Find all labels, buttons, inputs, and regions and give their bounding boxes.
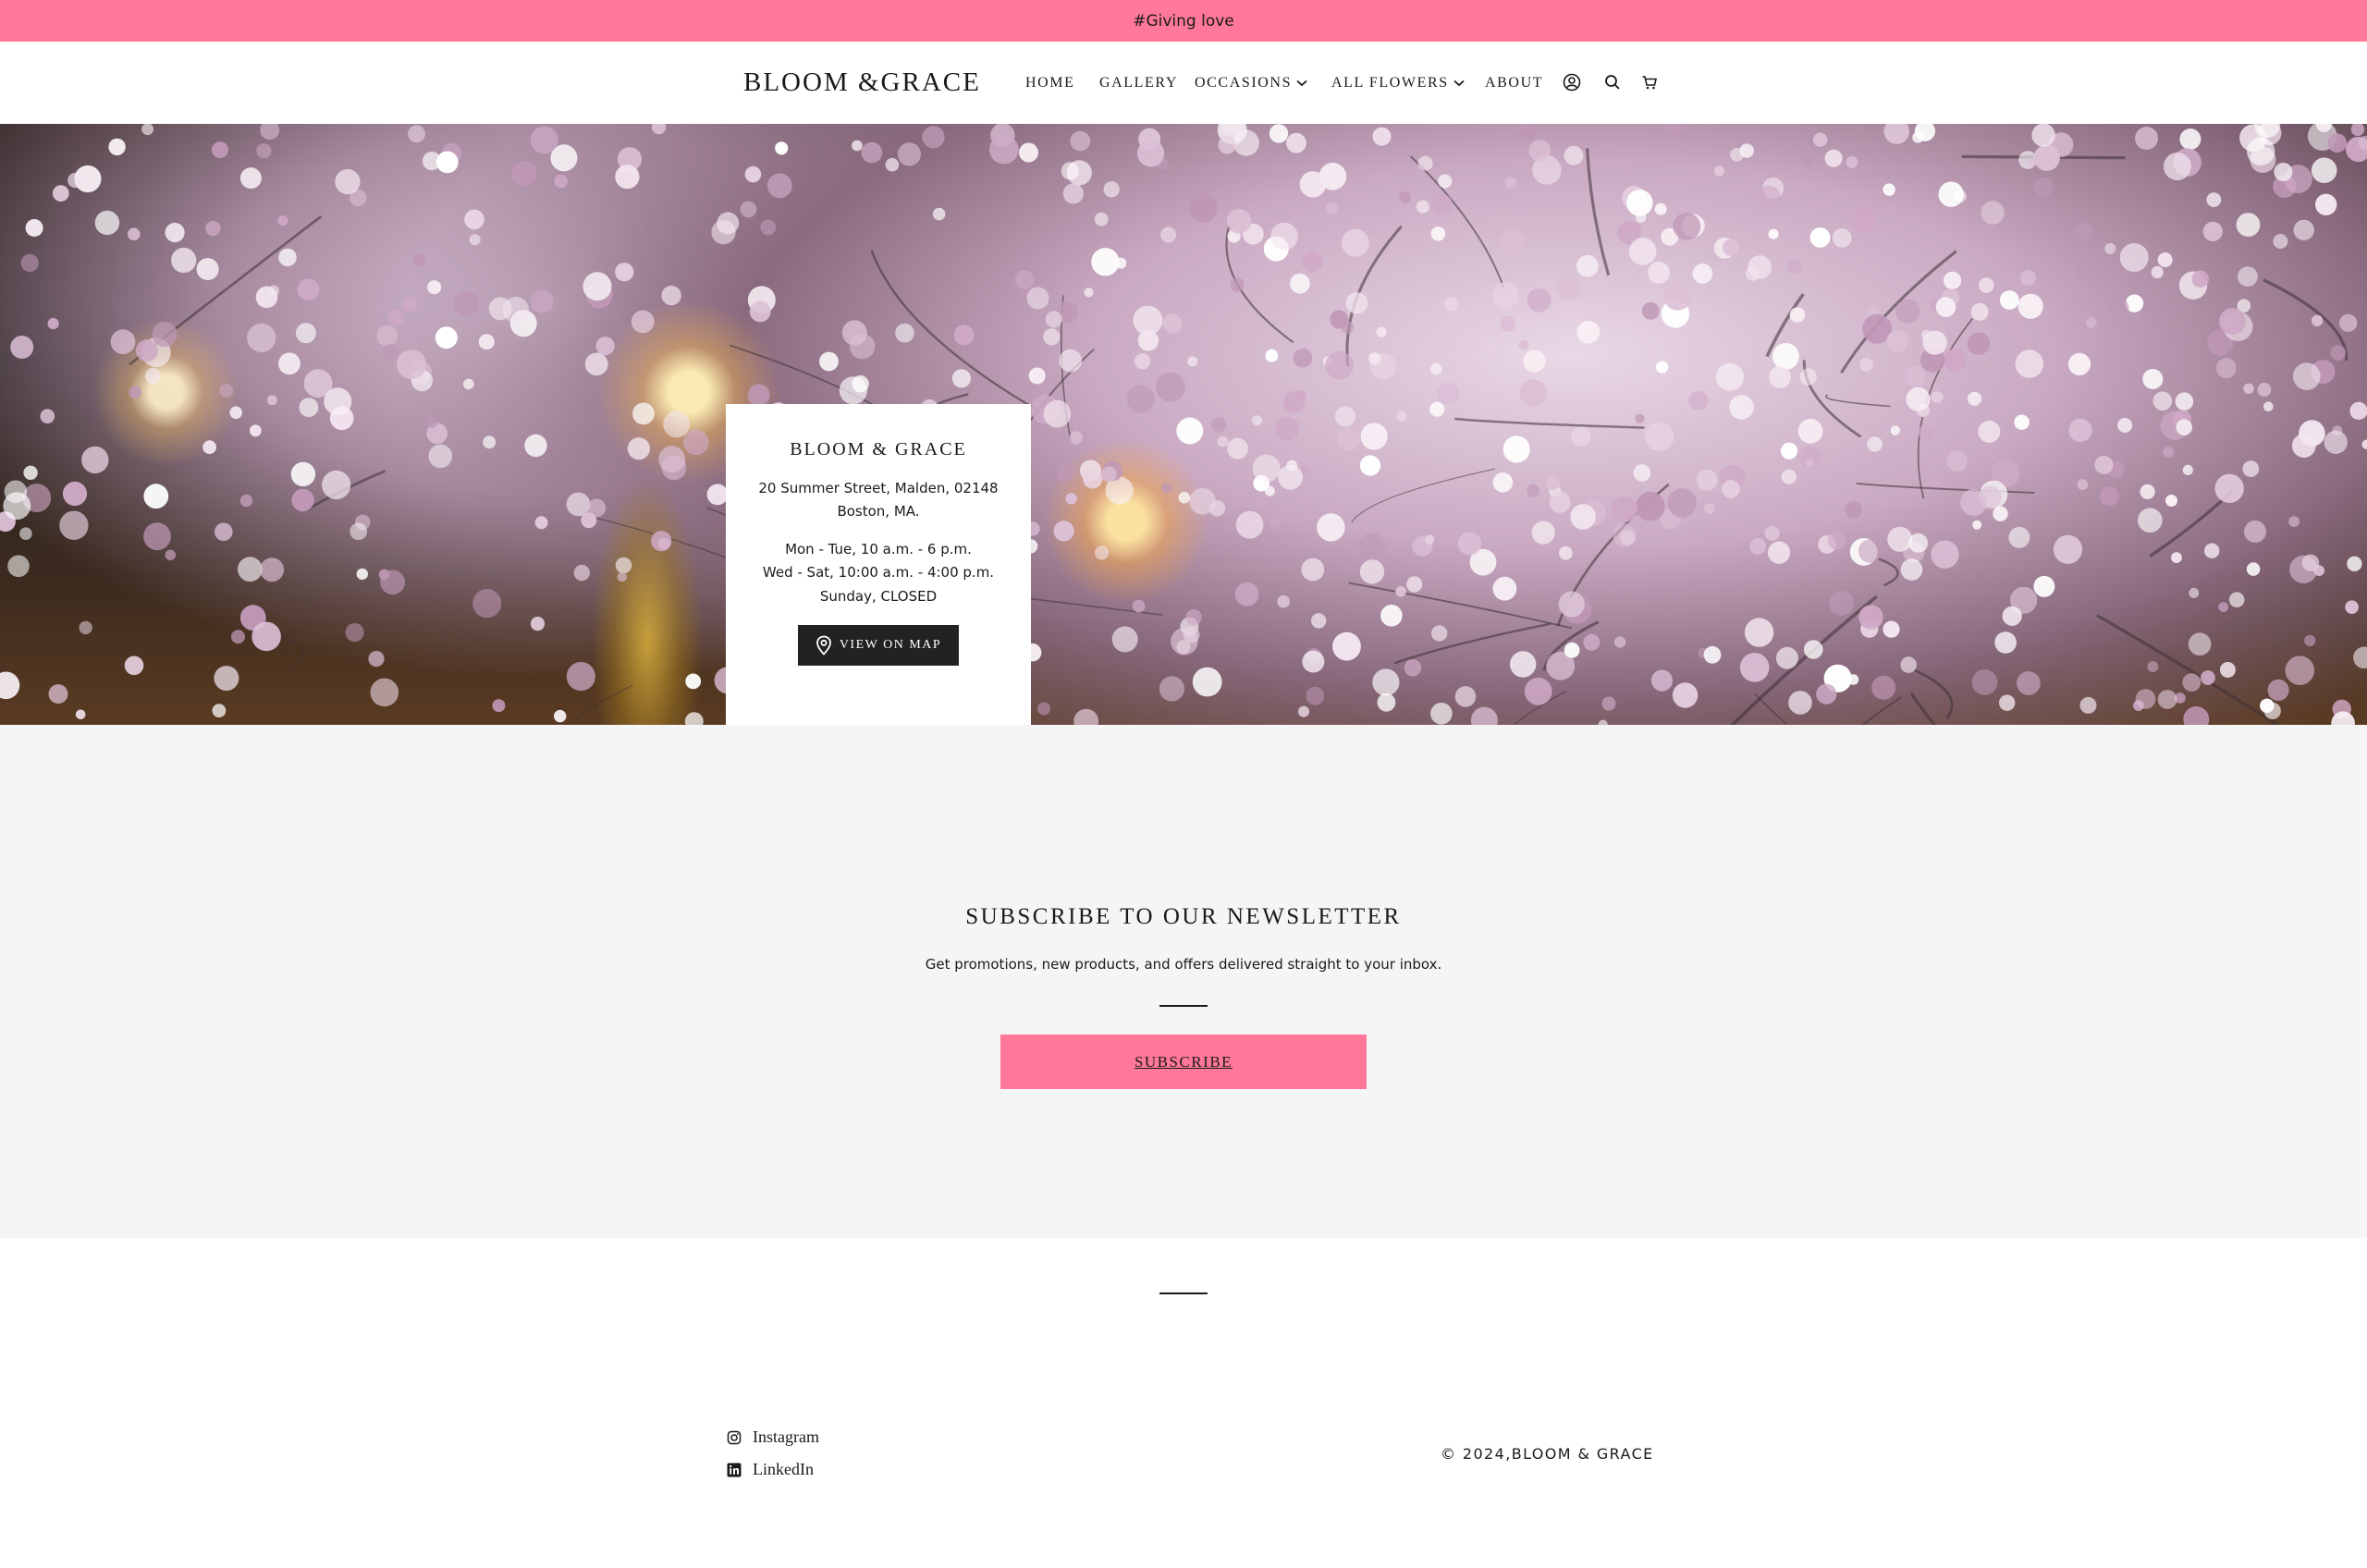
nav-all-flowers-label: ALL FLOWERS xyxy=(1331,75,1449,91)
hours-line: Mon - Tue, 10 a.m. - 6 p.m. xyxy=(785,541,972,557)
hours-line: Wed - Sat, 10:00 a.m. - 4:00 p.m. xyxy=(762,564,995,581)
subscribe-button[interactable]: SUBSCRIBE xyxy=(1000,1035,1367,1089)
chevron-down-icon xyxy=(1296,80,1307,87)
cherry-blossom-image xyxy=(0,124,2367,725)
chevron-down-icon xyxy=(1453,80,1465,87)
divider xyxy=(1159,1292,1208,1294)
instagram-icon xyxy=(727,1430,742,1444)
hours-line: Sunday, CLOSED xyxy=(819,588,938,605)
linkedin-link[interactable]: LinkedIn xyxy=(727,1460,814,1479)
nav-occasions[interactable]: OCCASIONS xyxy=(1195,75,1307,92)
linkedin-icon xyxy=(727,1463,742,1476)
nav-about[interactable]: ABOUT xyxy=(1485,75,1543,92)
announcement-text: #Giving love xyxy=(1133,11,1234,31)
search-icon[interactable] xyxy=(1602,72,1623,92)
view-on-map-label: VIEW ON MAP xyxy=(839,638,942,652)
nav-gallery-label: GALLERY xyxy=(1099,75,1178,91)
store-name: BLOOM & GRACE xyxy=(790,439,967,459)
nav-occasions-label: OCCASIONS xyxy=(1195,75,1293,91)
view-on-map-button[interactable]: VIEW ON MAP xyxy=(798,625,959,666)
nav-about-label: ABOUT xyxy=(1485,75,1544,91)
nav-home-label: HOME xyxy=(1025,75,1075,91)
site-logo[interactable]: BLOOM &GRACE xyxy=(743,67,981,98)
account-icon[interactable] xyxy=(1562,72,1582,92)
nav-home[interactable]: HOME xyxy=(1025,75,1075,92)
newsletter-section: SUBSCRIBE TO OUR NEWSLETTER Get promotio… xyxy=(0,725,2367,1238)
linkedin-label: LinkedIn xyxy=(753,1460,814,1478)
newsletter-subtitle: Get promotions, new products, and offers… xyxy=(925,956,1442,973)
hero-banner: BLOOM & GRACE 20 Summer Street, Malden, … xyxy=(0,124,2367,725)
instagram-label: Instagram xyxy=(753,1427,819,1446)
map-pin-icon xyxy=(816,635,831,655)
instagram-link[interactable]: Instagram xyxy=(727,1427,819,1447)
address-line2: Boston, MA. xyxy=(837,503,920,520)
copyright-text: © 2024,BLOOM & GRACE xyxy=(1441,1445,1654,1463)
nav-all-flowers[interactable]: ALL FLOWERS xyxy=(1331,75,1465,92)
address-line1: 20 Summer Street, Malden, 02148 xyxy=(758,480,999,496)
newsletter-title: SUBSCRIBE TO OUR NEWSLETTER xyxy=(965,904,1402,929)
site-header: BLOOM &GRACE HOME GALLERY OCCASIONS ALL … xyxy=(0,42,2367,124)
divider xyxy=(1159,1005,1208,1007)
nav-gallery[interactable]: GALLERY xyxy=(1099,75,1178,92)
store-info-card: BLOOM & GRACE 20 Summer Street, Malden, … xyxy=(726,404,1031,725)
cart-icon[interactable] xyxy=(1639,72,1660,92)
announcement-bar: #Giving love xyxy=(0,0,2367,42)
site-footer: Instagram LinkedIn © 2024,BLOOM & GRACE xyxy=(0,1238,2367,1568)
